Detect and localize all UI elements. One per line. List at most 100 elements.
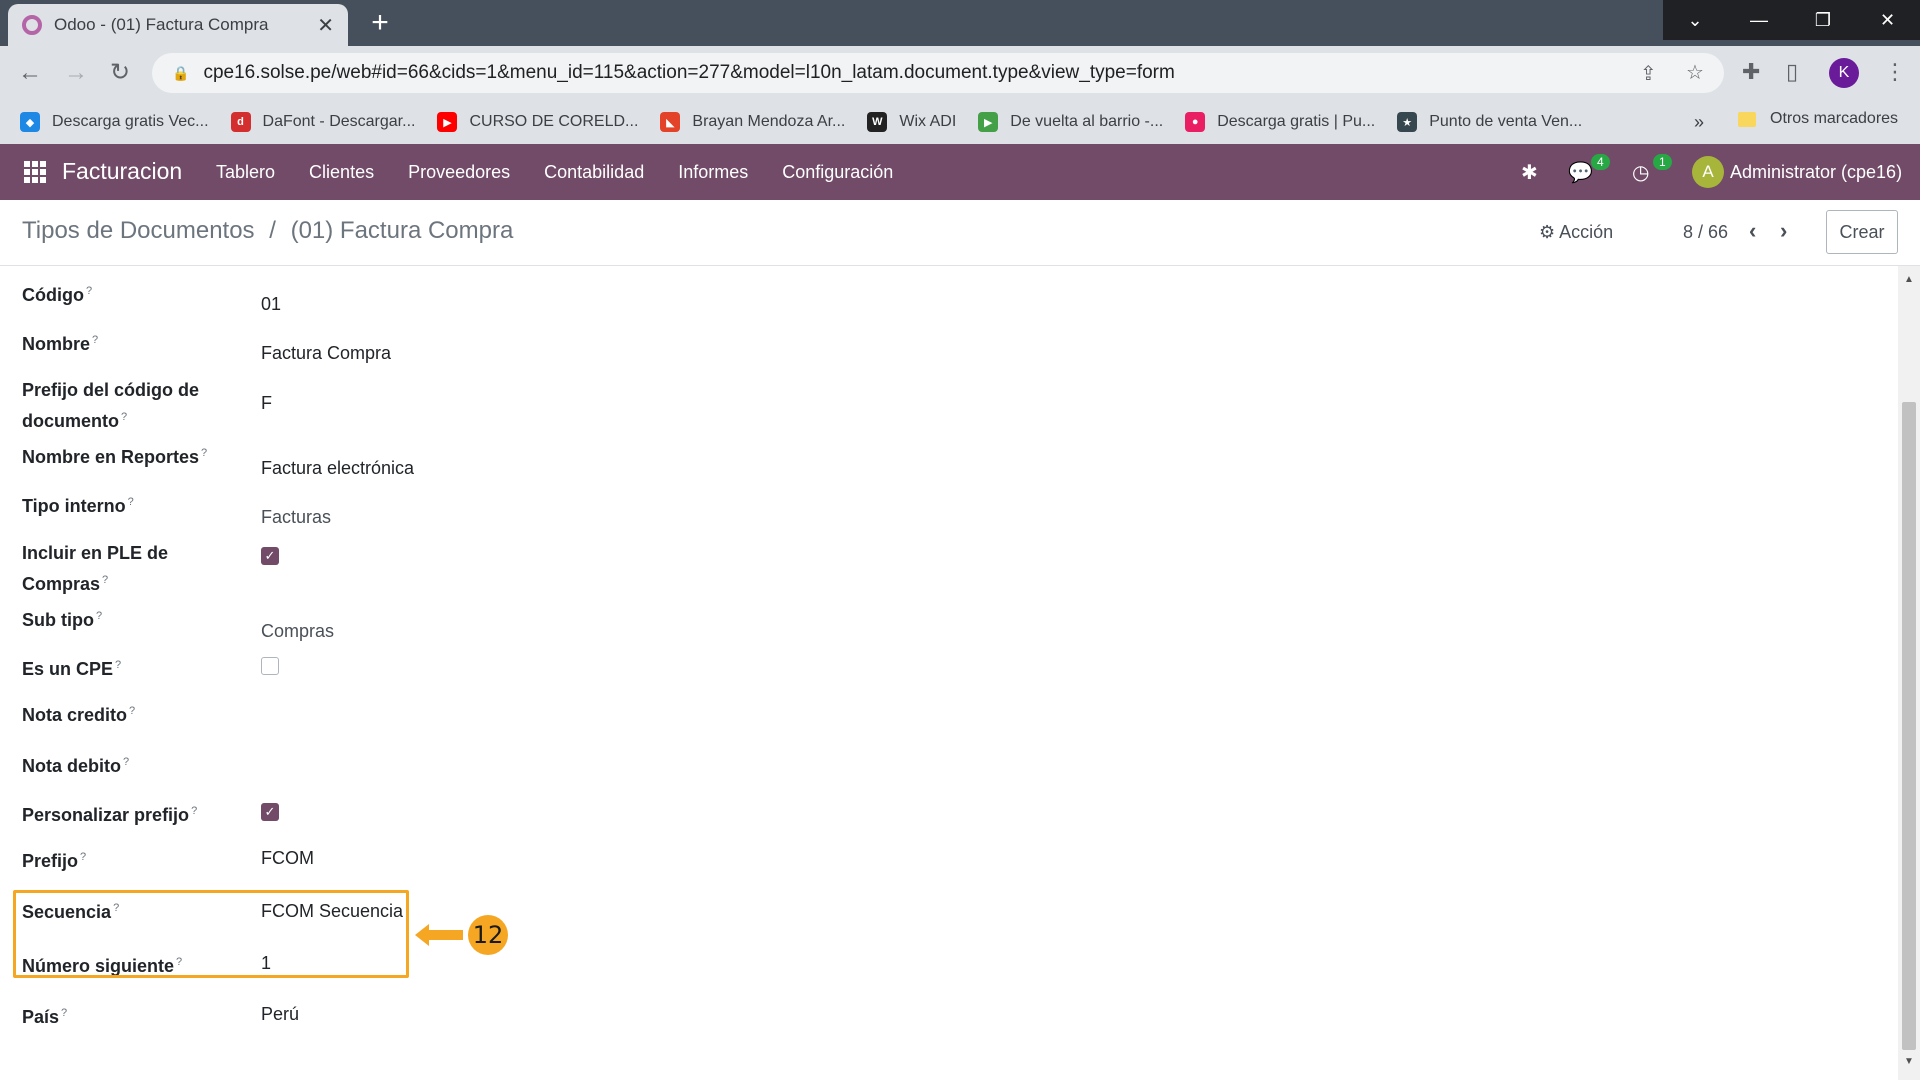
star-badge-icon: ★ [1397, 112, 1418, 132]
debug-bug-icon[interactable]: ✱ [1521, 160, 1538, 185]
pais-value[interactable]: Perú [261, 1004, 299, 1025]
breadcrumb-current: (01) Factura Compra [290, 217, 514, 244]
user-name: Administrator (cpe16) [1730, 161, 1903, 182]
bookmark-label: Wix ADI [899, 113, 957, 130]
pager-next-icon[interactable]: › [1780, 218, 1787, 244]
top-menu: Tablero Clientes Proveedores Contabilida… [216, 144, 927, 200]
user-menu[interactable]: A Administrator (cpe16) [1692, 156, 1902, 188]
breadcrumb-parent-link[interactable]: Tipos de Documentos [22, 217, 255, 244]
share-icon[interactable]: ⇪ [1640, 61, 1657, 86]
nombre-value[interactable]: Factura Compra [261, 343, 391, 364]
personalizar-prefijo-checkbox[interactable]: ✓ [261, 803, 279, 821]
other-bookmarks-folder[interactable]: Otros marcadores [1738, 110, 1898, 128]
menu-item-tablero[interactable]: Tablero [216, 162, 275, 183]
menu-item-informes[interactable]: Informes [678, 162, 748, 183]
incluir-ple-checkbox[interactable]: ✓ [261, 547, 279, 565]
bookmark-item[interactable]: ▶ De vuelta al barrio -... [978, 112, 1163, 132]
scroll-down-arrow-icon[interactable]: ▼ [1904, 1056, 1914, 1067]
tipo-interno-select[interactable]: Facturas [261, 507, 331, 528]
other-bookmarks-label: Otros marcadores [1770, 110, 1899, 127]
step-number-badge: 12 [468, 915, 508, 955]
menu-item-contabilidad[interactable]: Contabilidad [544, 162, 644, 183]
activities-clock-icon[interactable]: ◷ [1632, 160, 1649, 185]
control-panel: Tipos de Documentos / (01) Factura Compr… [0, 200, 1920, 266]
browser-tab[interactable]: Odoo - (01) Factura Compra ✕ [8, 4, 348, 46]
pink-drop-icon: ● [1185, 112, 1206, 132]
lock-icon[interactable]: 🔒 [172, 65, 189, 82]
forward-icon[interactable]: → [60, 58, 92, 90]
menu-item-proveedores[interactable]: Proveedores [408, 162, 510, 183]
field-label: Código? [22, 285, 93, 305]
restore-button[interactable]: ❐ [1791, 0, 1855, 40]
bookmarks-bar: ◆ Descarga gratis Vec... d DaFont - Descarg… [0, 100, 1920, 144]
close-tab-icon[interactable]: ✕ [317, 13, 334, 38]
field-label: Prefijo? [22, 851, 87, 871]
bookmark-star-icon[interactable]: ☆ [1686, 60, 1704, 85]
bookmark-label: Descarga gratis Vec... [52, 113, 209, 130]
field-label: País? [22, 1007, 68, 1027]
url-text[interactable]: cpe16.solse.pe/web#id=66&cids=1&menu_id=… [203, 62, 1174, 84]
address-bar[interactable]: 🔒 cpe16.solse.pe/web#id=66&cids=1&menu_i… [152, 53, 1724, 93]
codigo-value[interactable]: 01 [261, 294, 281, 315]
field-label: Nombre en Reportes? [22, 447, 208, 467]
field-label: Nota debito? [22, 756, 130, 776]
action-menu-button[interactable]: ⚙ Acción [1539, 222, 1613, 243]
bookmark-label: Brayan Mendoza Ar... [692, 113, 846, 130]
messages-icon[interactable]: 💬 [1568, 160, 1593, 185]
pager-previous-icon[interactable]: ‹ [1749, 218, 1756, 244]
field-label: Nota credito? [22, 705, 136, 725]
sub-tipo-select[interactable]: Compras [261, 621, 334, 642]
scroll-up-arrow-icon[interactable]: ▲ [1904, 274, 1914, 285]
side-panel-icon[interactable]: ▯ [1786, 59, 1798, 85]
tab-search-icon[interactable]: ⌄ [1663, 0, 1727, 40]
new-tab-button[interactable]: + [364, 8, 396, 40]
tab-title: Odoo - (01) Factura Compra [54, 15, 269, 34]
extensions-icon[interactable]: ✚ [1742, 59, 1760, 85]
messages-count-badge: 4 [1591, 154, 1610, 170]
es-cpe-checkbox[interactable] [261, 657, 279, 675]
bookmark-item[interactable]: ★ Punto de venta Ven... [1397, 112, 1582, 132]
field-label: Tipo interno? [22, 496, 134, 516]
reload-icon[interactable]: ↻ [104, 58, 136, 90]
profile-avatar[interactable]: K [1829, 58, 1859, 88]
pager-value[interactable]: 8 / 66 [1683, 222, 1728, 243]
apps-menu-icon[interactable] [24, 161, 46, 183]
gear-icon: ⚙ [1539, 222, 1556, 242]
play-icon: ▶ [978, 112, 999, 132]
dafont-icon: d [230, 112, 251, 132]
field-label: Prefijo del código de documento? [22, 380, 200, 431]
prefijo-codigo-value[interactable]: F [261, 393, 272, 414]
bookmark-item[interactable]: ▶ CURSO DE CORELD... [437, 112, 638, 132]
scrollbar-thumb[interactable] [1902, 402, 1916, 1050]
bookmark-item[interactable]: ● Descarga gratis | Pu... [1185, 112, 1375, 132]
field-label: Nombre? [22, 334, 99, 354]
menu-item-clientes[interactable]: Clientes [309, 162, 374, 183]
bookmark-item[interactable]: ◆ Descarga gratis Vec... [20, 112, 209, 132]
browser-toolbar: ← → ↻ 🔒 cpe16.solse.pe/web#id=66&cids=1&… [0, 46, 1920, 100]
bookmark-label: CURSO DE CORELD... [469, 113, 639, 130]
bookmark-item[interactable]: W Wix ADI [867, 112, 956, 132]
breadcrumb-separator: / [269, 217, 276, 244]
freepik-icon: ◆ [20, 112, 40, 132]
close-window-button[interactable]: ✕ [1855, 0, 1920, 40]
user-avatar: A [1692, 156, 1724, 188]
nombre-reportes-value[interactable]: Factura electrónica [261, 458, 414, 479]
action-label: Acción [1559, 222, 1614, 242]
more-bookmarks-chevron-icon[interactable]: » [1694, 112, 1704, 133]
minimize-button[interactable]: — [1727, 0, 1791, 40]
bookmark-label: De vuelta al barrio -... [1010, 113, 1164, 130]
youtube-icon: ▶ [437, 112, 458, 132]
browser-menu-icon[interactable]: ⋮ [1884, 59, 1906, 85]
browser-tab-strip: Odoo - (01) Factura Compra ✕ + ⌄ — ❐ ✕ [0, 0, 1920, 46]
odoo-favicon-icon [22, 15, 42, 35]
app-name[interactable]: Facturacion [62, 158, 182, 185]
bookmark-item[interactable]: d DaFont - Descargar... [230, 112, 415, 132]
bookmark-label: Punto de venta Ven... [1429, 113, 1583, 130]
back-icon[interactable]: ← [14, 58, 46, 90]
prefijo-value[interactable]: FCOM [261, 848, 314, 869]
bookmark-item[interactable]: ◣ Brayan Mendoza Ar... [660, 112, 845, 132]
menu-item-configuracion[interactable]: Configuración [782, 162, 893, 183]
create-button[interactable]: Crear [1826, 210, 1898, 254]
activities-count-badge: 1 [1653, 154, 1672, 170]
page-scrollbar[interactable]: ▲ ▼ [1898, 266, 1920, 1080]
